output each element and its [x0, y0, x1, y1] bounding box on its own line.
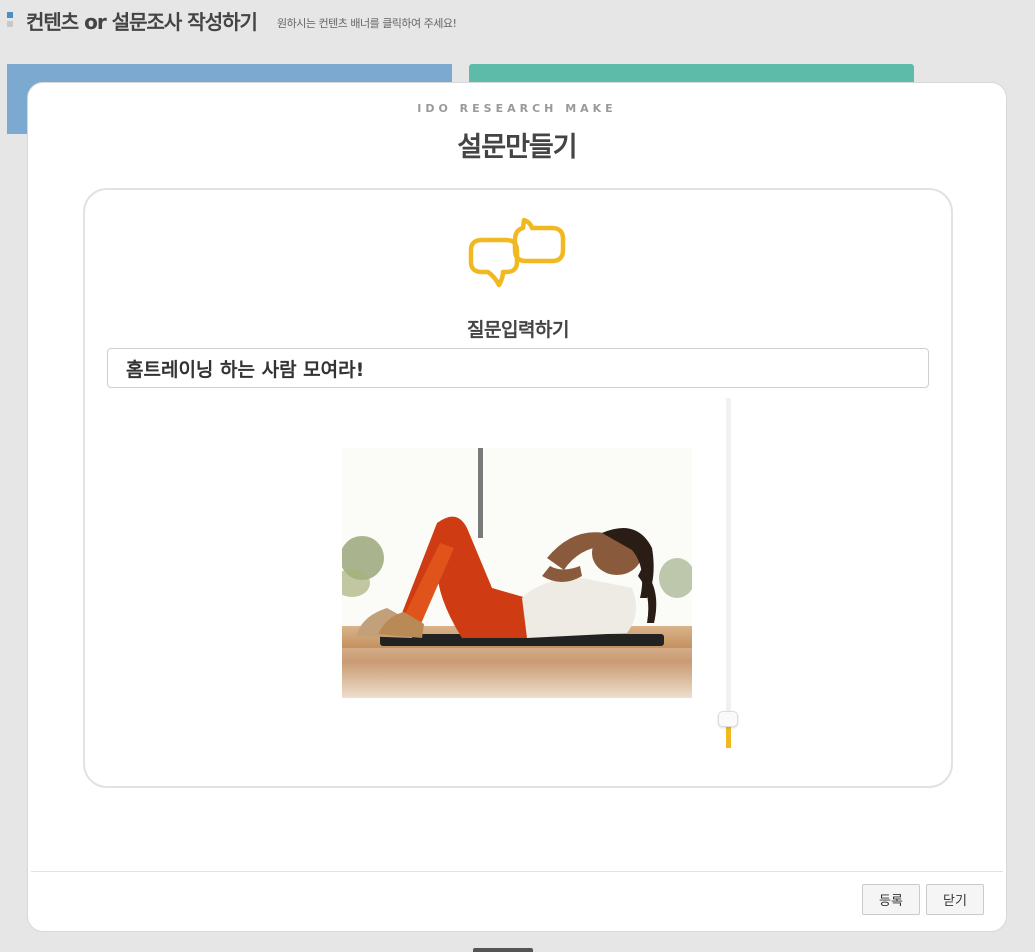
image-size-slider[interactable] — [718, 398, 738, 748]
close-button[interactable]: 닫기 — [926, 884, 984, 915]
register-button[interactable]: 등록 — [862, 884, 920, 915]
page-title: 컨텐츠 or 설문조사 작성하기 — [26, 10, 258, 34]
slider-fill — [726, 727, 731, 748]
question-card: 질문입력하기 — [83, 188, 953, 788]
survey-modal: IDO RESEARCH MAKE 설문만들기 질문입력하기 홈트레이닝 하는 … — [27, 82, 1007, 932]
modal-title: 설문만들기 — [457, 132, 577, 163]
page-subtitle: 원하시는 컨텐츠 배너를 클릭하여 주세요! — [277, 17, 457, 30]
modal-footer-divider — [31, 871, 1003, 872]
slider-thumb[interactable] — [718, 711, 738, 727]
page-header: 컨텐츠 or 설문조사 작성하기 원하시는 컨텐츠 배너를 클릭하여 주세요! — [0, 0, 1035, 50]
modal-eyebrow: IDO RESEARCH MAKE — [417, 102, 617, 115]
header-marker-icon — [7, 12, 13, 32]
bottom-tab — [473, 948, 533, 952]
workout-photo-image — [342, 448, 692, 698]
chat-bubbles-icon — [468, 217, 566, 288]
question-input[interactable] — [107, 348, 929, 388]
question-label: 질문입력하기 — [467, 319, 569, 341]
survey-photo[interactable] — [342, 448, 692, 698]
